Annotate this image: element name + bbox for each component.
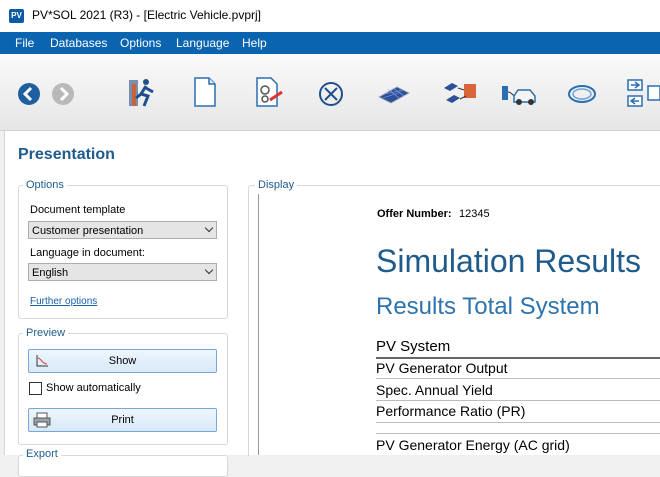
show-automatically-checkbox[interactable] (29, 382, 42, 395)
grid-connection-icon[interactable] (626, 76, 660, 110)
document-icon[interactable] (192, 76, 218, 108)
menu-help[interactable]: Help (242, 36, 267, 50)
menu-bar: File Databases Options Language Help (0, 32, 660, 54)
inverter-icon[interactable] (442, 78, 478, 108)
menu-file[interactable]: File (15, 36, 34, 50)
language-label: Language in document: (30, 247, 145, 259)
document-template-value: Customer presentation (32, 225, 144, 237)
result-row: Performance Ratio (PR) (376, 403, 526, 419)
row-rule (376, 400, 660, 401)
row-rule (376, 433, 660, 434)
printer-icon (33, 412, 51, 428)
show-button-label: Show (108, 355, 137, 367)
display-group-label: Display (255, 179, 298, 191)
pv-module-icon[interactable] (377, 83, 411, 107)
menu-language[interactable]: Language (176, 36, 229, 50)
print-button-label: Print (111, 414, 134, 426)
toolbar (0, 54, 660, 131)
result-row: PV Generator Output (376, 360, 508, 376)
document-heading: Simulation Results (376, 243, 641, 279)
document-template-label: Document template (30, 204, 126, 216)
app-logo: PV (9, 9, 24, 23)
forward-arrow-icon[interactable] (51, 82, 75, 106)
options-group-label: Options (23, 179, 67, 191)
document-subheading: Results Total System (376, 293, 600, 320)
language-select[interactable]: English (28, 263, 217, 281)
further-options-link[interactable]: Further options (30, 296, 97, 307)
result-row: PV Generator Energy (AC grid) (376, 437, 570, 453)
result-row: Spec. Annual Yield (376, 382, 493, 398)
back-arrow-icon[interactable] (17, 82, 41, 106)
export-group-label: Export (23, 448, 61, 460)
section-rule (376, 357, 660, 359)
language-value: English (32, 267, 69, 279)
row-rule (376, 378, 660, 379)
document-preview[interactable]: Offer Number: 12345 Simulation Results R… (258, 194, 660, 455)
document-template-select[interactable]: Customer presentation (28, 221, 217, 239)
window-title: PV*SOL 2021 (R3) - [Electric Vehicle.pvp… (32, 8, 261, 22)
project-runner-icon[interactable] (126, 76, 158, 110)
chart-preview-icon (36, 355, 48, 367)
offer-number-label: Offer Number: (377, 208, 452, 220)
show-automatically-label: Show automatically (46, 382, 141, 394)
settings-document-icon[interactable] (254, 76, 284, 110)
electric-vehicle-icon[interactable] (500, 82, 540, 108)
cancel-circle-icon[interactable] (318, 81, 344, 107)
title-bar: PV PV*SOL 2021 (R3) - [Electric Vehicle.… (0, 0, 660, 32)
chevron-down-icon (204, 265, 214, 275)
row-rule (376, 422, 660, 423)
offer-number-value: 12345 (459, 208, 490, 220)
menu-options[interactable]: Options (120, 36, 161, 50)
pv-system-section: PV System (376, 338, 451, 355)
chevron-down-icon (204, 223, 214, 233)
preview-group-label: Preview (23, 327, 69, 339)
print-button[interactable]: Print (28, 408, 217, 432)
show-button[interactable]: Show (28, 349, 217, 373)
menu-databases[interactable]: Databases (50, 36, 107, 50)
page-title: Presentation (18, 146, 115, 163)
cable-icon[interactable] (566, 82, 598, 106)
